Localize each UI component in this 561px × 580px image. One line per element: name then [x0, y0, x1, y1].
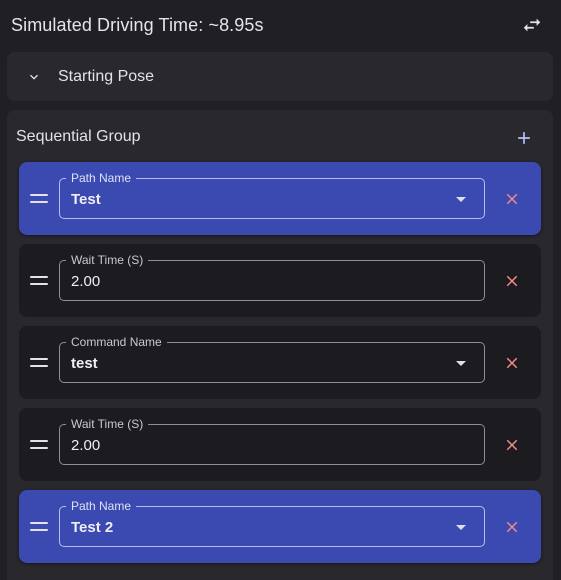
field-label: Path Name: [66, 170, 137, 186]
command-card-named[interactable]: Command Name test: [19, 326, 541, 399]
field-value: Test: [71, 191, 101, 208]
close-icon[interactable]: [503, 518, 521, 536]
field-label: Path Name: [66, 498, 137, 514]
add-icon: [518, 132, 530, 144]
drag-handle-icon[interactable]: [30, 358, 48, 367]
command-name-dropdown[interactable]: Command Name test: [59, 334, 485, 383]
path-name-dropdown[interactable]: Path Name Test: [59, 170, 485, 219]
starting-pose-panel[interactable]: Starting Pose: [7, 52, 553, 101]
dropdown-arrow-icon[interactable]: [456, 361, 466, 366]
drag-handle-icon[interactable]: [30, 440, 48, 449]
group-title: Sequential Group: [16, 128, 141, 145]
command-card-path[interactable]: Path Name Test: [19, 162, 541, 235]
swap-horiz-icon: [523, 18, 541, 32]
command-card-wait[interactable]: Wait Time (S) 2.00: [19, 408, 541, 481]
drag-handle-icon[interactable]: [30, 276, 48, 285]
close-icon[interactable]: [503, 190, 521, 208]
field-label: Wait Time (S): [66, 252, 149, 268]
field-label: Command Name: [66, 334, 167, 350]
command-card-wait[interactable]: Wait Time (S) 2.00: [19, 244, 541, 317]
field-label: Wait Time (S): [66, 416, 149, 432]
drag-handle-icon[interactable]: [30, 194, 48, 203]
field-value[interactable]: 2.00: [71, 437, 100, 454]
dropdown-arrow-icon[interactable]: [456, 525, 466, 530]
command-card-path[interactable]: Path Name Test 2: [19, 490, 541, 563]
field-value[interactable]: 2.00: [71, 273, 100, 290]
field-value: Test 2: [71, 519, 114, 536]
field-value: test: [71, 355, 98, 372]
close-icon[interactable]: [503, 354, 521, 372]
chevron-down-icon[interactable]: [26, 69, 42, 85]
add-command-button[interactable]: [512, 126, 536, 150]
close-icon[interactable]: [503, 436, 521, 454]
path-name-dropdown[interactable]: Path Name Test 2: [59, 498, 485, 547]
swap-button[interactable]: [515, 8, 549, 42]
close-icon[interactable]: [503, 272, 521, 290]
app-header: Simulated Driving Time: ~8.95s: [0, 0, 561, 50]
wait-time-input[interactable]: Wait Time (S) 2.00: [59, 416, 485, 465]
starting-pose-label: Starting Pose: [58, 67, 155, 85]
drag-handle-icon[interactable]: [30, 522, 48, 531]
dropdown-arrow-icon[interactable]: [456, 197, 466, 202]
wait-time-input[interactable]: Wait Time (S) 2.00: [59, 252, 485, 301]
simulated-driving-time: Simulated Driving Time: ~8.95s: [11, 14, 264, 35]
sequential-group: Sequential Group Path Name Test Wait Tim…: [7, 110, 553, 580]
